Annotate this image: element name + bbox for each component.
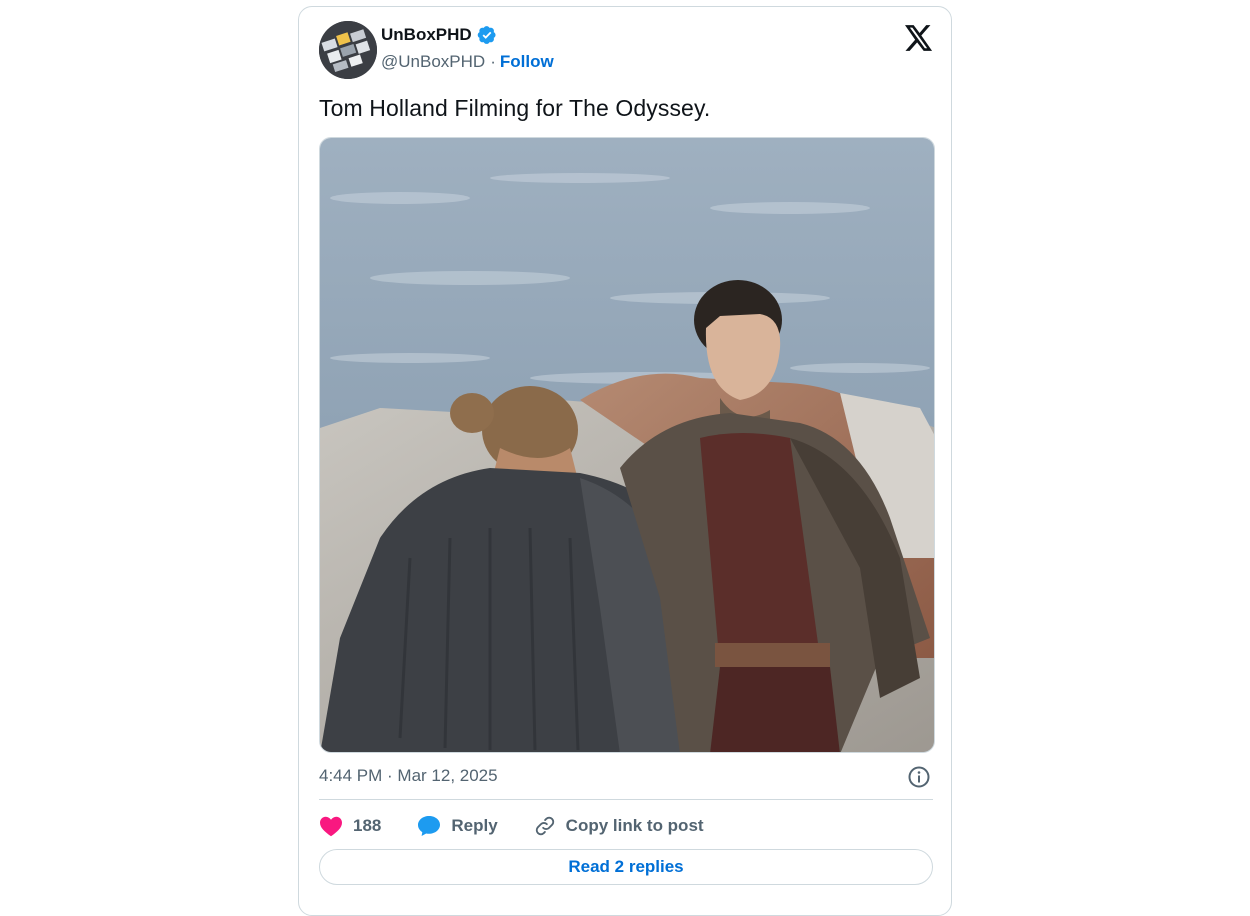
separator-dot: · [490, 52, 496, 71]
speech-bubble-icon [417, 815, 441, 837]
info-icon[interactable] [907, 765, 931, 789]
follow-button[interactable]: Follow [500, 52, 554, 72]
tweet-embed-card: UnBoxPHD @UnBoxPHD · Follow Tom Holland … [298, 6, 952, 916]
link-icon [534, 815, 556, 837]
action-bar: 188 Reply Copy link to post [319, 811, 740, 841]
like-button[interactable]: 188 [319, 815, 381, 837]
tweet-text: Tom Holland Filming for The Odyssey. [319, 95, 711, 121]
like-count: 188 [353, 816, 382, 835]
tweet-header: UnBoxPHD @UnBoxPHD · Follow [319, 21, 933, 81]
author-handle[interactable]: @UnBoxPHD [381, 52, 485, 72]
name-row: UnBoxPHD [381, 23, 554, 47]
verified-badge-icon [477, 25, 497, 45]
divider [319, 799, 933, 800]
copy-link-button[interactable]: Copy link to post [534, 815, 704, 837]
user-info: UnBoxPHD @UnBoxPHD · Follow [381, 23, 554, 73]
reply-label: Reply [451, 816, 498, 835]
copy-link-label: Copy link to post [565, 816, 704, 835]
heart-icon [319, 815, 343, 837]
tweet-meta: 4:44 PM · Mar 12, 2025 [319, 765, 933, 789]
reply-button[interactable]: Reply [417, 815, 498, 837]
avatar[interactable] [319, 21, 377, 79]
read-replies-button[interactable]: Read 2 replies [319, 849, 933, 885]
handle-row: @UnBoxPHD · Follow [381, 51, 554, 73]
x-logo-icon[interactable] [905, 25, 933, 51]
tweet-timestamp[interactable]: 4:44 PM · Mar 12, 2025 [319, 766, 498, 786]
tweet-photo[interactable] [319, 137, 935, 753]
author-display-name[interactable]: UnBoxPHD [381, 25, 472, 45]
